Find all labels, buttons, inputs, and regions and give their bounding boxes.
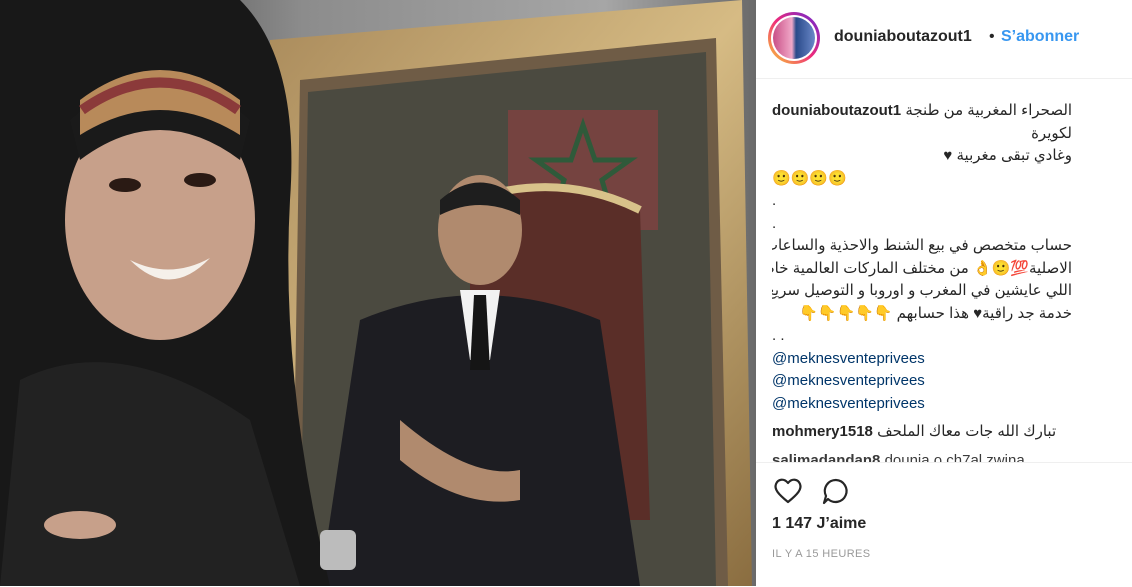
post-actions: 1 147 J’aime IL Y A 15 HEURES bbox=[756, 462, 1132, 587]
caption-text-line: الصحراء المغربية من طنجة bbox=[905, 102, 1072, 119]
post-side-panel: douniaboutazout1 • S’abonner douniabouta… bbox=[756, 0, 1132, 586]
caption-text-line: الاصلية💯🙂👌 من مختلف الماركات العالمية خا… bbox=[772, 259, 1072, 277]
likes-count[interactable]: 1 147 J’aime bbox=[772, 515, 866, 533]
header-username[interactable]: douniaboutazout1 bbox=[834, 28, 972, 46]
caption-text-line: . bbox=[772, 192, 777, 209]
avatar-ring-inner bbox=[771, 15, 817, 61]
mention-link[interactable]: @meknesventeprivees bbox=[772, 393, 1072, 416]
heart-outline-icon[interactable] bbox=[772, 475, 804, 507]
comments-section[interactable]: douniaboutazout1 الصحراء المغربية من طنج… bbox=[772, 100, 1072, 462]
mention-link[interactable]: @meknesventeprivees bbox=[772, 370, 1072, 393]
caption-text-line: 🙂🙂🙂🙂 bbox=[772, 169, 847, 187]
header-separator: • bbox=[989, 28, 995, 45]
photo-illustration bbox=[0, 0, 756, 586]
comment-username[interactable]: mohmery1518 bbox=[772, 423, 873, 440]
caption-text-line: خدمة جد راقية♥ هذا حسابهم 👇👇👇👇👇 bbox=[799, 304, 1072, 322]
caption-text-line: . . bbox=[772, 327, 785, 344]
caption-text-line: حساب متخصص في بيع الشنط والاحذية والساعا… bbox=[772, 237, 1072, 254]
post-header: douniaboutazout1 • S’abonner bbox=[756, 0, 1132, 79]
post-timestamp[interactable]: IL Y A 15 HEURES bbox=[772, 548, 871, 560]
comment-text: dounia o ch7al zwina bbox=[884, 451, 1025, 463]
comment-text: تبارك الله جات معاك الملحف bbox=[877, 423, 1057, 440]
caption-username[interactable]: douniaboutazout1 bbox=[772, 102, 901, 119]
comment-username[interactable]: salimadandan8 bbox=[772, 452, 880, 463]
avatar-image bbox=[773, 17, 815, 59]
post-photo[interactable] bbox=[0, 0, 756, 586]
mention-link[interactable]: @meknesventeprivees bbox=[772, 348, 1072, 371]
comment-bubble-icon[interactable] bbox=[820, 475, 852, 507]
follow-button[interactable]: S’abonner bbox=[1001, 28, 1079, 46]
avatar[interactable] bbox=[768, 12, 820, 64]
caption-text-line: اللي عايشين في المغرب و اوروبا و التوصيل… bbox=[772, 282, 1072, 299]
caption-text-line: وغادي تبقى مغربية ♥ bbox=[943, 147, 1072, 164]
comment: mohmery1518 تبارك الله جات معاك الملحف bbox=[772, 421, 1072, 444]
caption-first-line: douniaboutazout1 الصحراء المغربية من طنج… bbox=[772, 100, 1072, 123]
comment: salimadandan8 dounia o ch7al zwina bbox=[772, 450, 1072, 463]
caption-text-line: لكويرة bbox=[1031, 124, 1072, 142]
caption-text-line: . bbox=[772, 214, 777, 232]
